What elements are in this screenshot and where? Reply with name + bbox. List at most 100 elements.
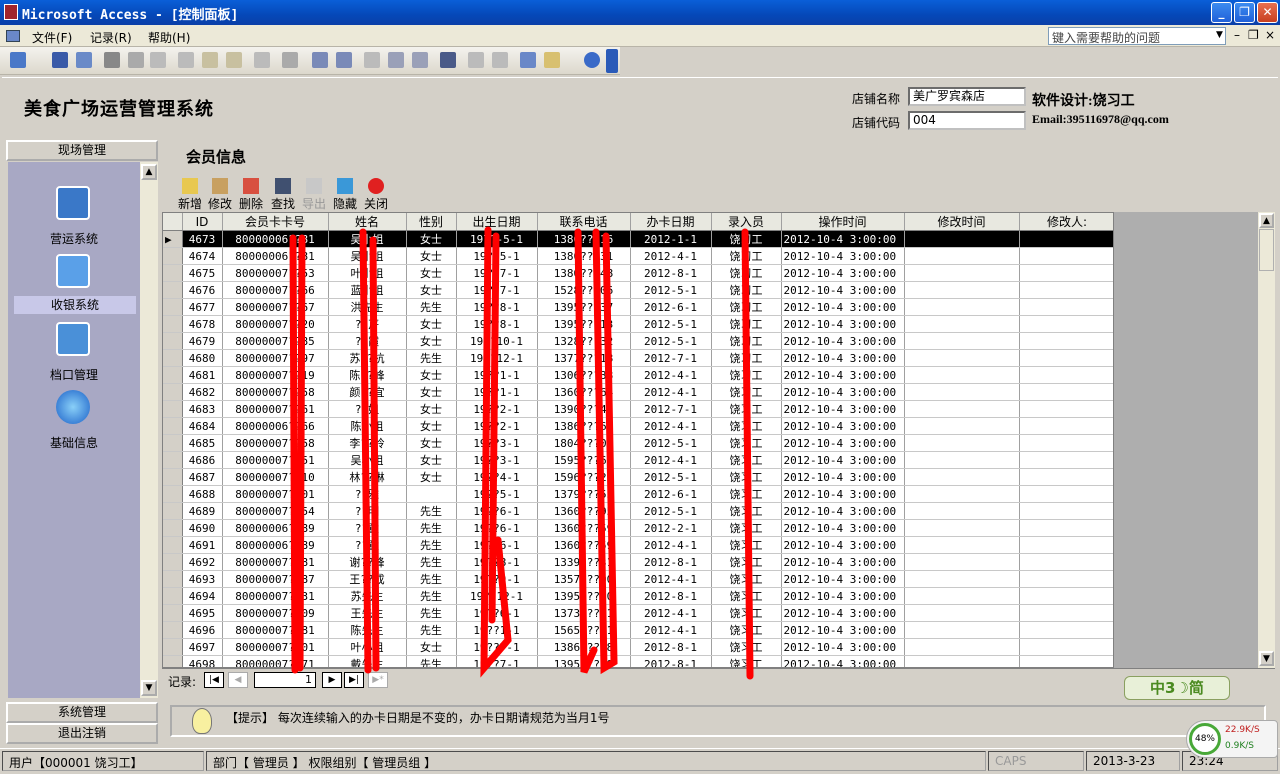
cell-mod-time[interactable]: [904, 604, 1020, 622]
cut-icon[interactable]: [178, 52, 194, 68]
store-code-field[interactable]: 004: [908, 111, 1026, 130]
cell-card-date[interactable]: 2012-4-1: [630, 417, 712, 435]
cell-op-time[interactable]: 2012-10-4 3:00:00: [781, 604, 905, 622]
cell-op-time[interactable]: 2012-10-4 3:00:00: [781, 502, 905, 520]
cell-entered-by[interactable]: 饶习工: [711, 349, 782, 367]
cell-gender[interactable]: 先生: [406, 604, 457, 622]
cell-gender[interactable]: 先生: [406, 349, 457, 367]
cell-entered-by[interactable]: 饶习工: [711, 502, 782, 520]
cell-birth[interactable]: 19??6-1: [456, 519, 538, 537]
cell-id[interactable]: 4676: [182, 281, 223, 299]
cell-mod-by[interactable]: [1019, 587, 1113, 605]
cell-name[interactable]: 吴小姐: [328, 247, 407, 265]
cell-name[interactable]: ??霞: [328, 332, 407, 350]
cell-entered-by[interactable]: 饶习工: [711, 570, 782, 588]
cell-entered-by[interactable]: 饶习工: [711, 383, 782, 401]
cell-id[interactable]: 4697: [182, 638, 223, 656]
cell-name[interactable]: ??姐: [328, 400, 407, 418]
row-selector[interactable]: [163, 468, 183, 486]
col-birth-date[interactable]: 出生日期: [456, 213, 538, 231]
cell-phone[interactable]: 1377???18: [537, 349, 631, 367]
cell-card-date[interactable]: 2012-8-1: [630, 587, 712, 605]
cell-phone[interactable]: 1395???13: [537, 315, 631, 333]
folder-icon[interactable]: [56, 254, 90, 288]
col-phone[interactable]: 联系电话: [537, 213, 631, 231]
table-row[interactable]: 4688 80000007??01 ??雅 19??5-1 1379???55 2012-…: [163, 485, 1113, 503]
cell-mod-by[interactable]: [1019, 553, 1113, 571]
cell-gender[interactable]: 女士: [406, 332, 457, 350]
cell-card[interactable]: 80000007??54: [222, 502, 329, 520]
cell-entered-by[interactable]: 饶习工: [711, 434, 782, 452]
cell-phone[interactable]: 1360???59: [537, 519, 631, 537]
cell-op-time[interactable]: 2012-10-4 3:00:00: [781, 655, 905, 667]
cell-gender[interactable]: 先生: [406, 553, 457, 571]
close-button[interactable]: 关闭: [361, 178, 391, 212]
cell-mod-by[interactable]: [1019, 519, 1113, 537]
cell-mod-by[interactable]: [1019, 451, 1113, 469]
cell-name[interactable]: ??芹: [328, 315, 407, 333]
cell-id[interactable]: 4690: [182, 519, 223, 537]
cell-id[interactable]: 4691: [182, 536, 223, 554]
close-window-button[interactable]: ✕: [1257, 2, 1278, 23]
cell-mod-time[interactable]: [904, 383, 1020, 401]
cell-id[interactable]: 4674: [182, 247, 223, 265]
cell-phone[interactable]: 1528???06: [537, 281, 631, 299]
cell-name[interactable]: 苏先生: [328, 587, 407, 605]
cell-phone[interactable]: 1595???61: [537, 451, 631, 469]
table-row[interactable]: 4693 80000007??87 王??成 先生 19??9-1 1357???00 20…: [163, 570, 1113, 588]
table-row[interactable]: 4681 80000007??19 陈??峰 女士 19??1-1 1306???38 20…: [163, 366, 1113, 384]
cell-gender[interactable]: 女士: [406, 230, 457, 248]
cell-name[interactable]: 王先生: [328, 604, 407, 622]
cell-birth[interactable]: 197?12-1: [456, 349, 538, 367]
cell-id[interactable]: 4682: [182, 383, 223, 401]
cell-name[interactable]: 谢??峰: [328, 553, 407, 571]
cell-mod-time[interactable]: [904, 570, 1020, 588]
cell-name[interactable]: 叶小姐: [328, 638, 407, 656]
cell-op-time[interactable]: 2012-10-4 3:00:00: [781, 230, 905, 248]
menu-records[interactable]: 记录(R): [90, 29, 132, 46]
cell-phone[interactable]: 1380???48: [537, 264, 631, 282]
cell-op-time[interactable]: 2012-10-4 3:00:00: [781, 451, 905, 469]
cell-birth[interactable]: 19??9-1: [456, 570, 538, 588]
cell-op-time[interactable]: 2012-10-4 3:00:00: [781, 519, 905, 537]
table-row[interactable]: 4683 80000007??61 ??姐 女士 19??2-1 1390???47 201…: [163, 400, 1113, 418]
cell-gender[interactable]: 女士: [406, 264, 457, 282]
cell-gender[interactable]: 女士: [406, 638, 457, 656]
cell-op-time[interactable]: 2012-10-4 3:00:00: [781, 349, 905, 367]
table-row[interactable]: 4686 80000007??51 吴小姐 女士 19??3-1 1595???61 201…: [163, 451, 1113, 469]
cell-mod-time[interactable]: [904, 264, 1020, 282]
help-search-input[interactable]: 键入需要帮助的问题: [1048, 27, 1226, 45]
spelling-icon[interactable]: [150, 52, 166, 68]
cell-id[interactable]: 4696: [182, 621, 223, 639]
cell-card-date[interactable]: 2012-4-1: [630, 383, 712, 401]
cell-birth[interactable]: 19??4-1: [456, 468, 538, 486]
last-record-button[interactable]: ▶|: [344, 672, 364, 688]
cell-card[interactable]: 80000007??10: [222, 468, 329, 486]
cell-op-time[interactable]: 2012-10-4 3:00:00: [781, 298, 905, 316]
row-selector[interactable]: [163, 536, 183, 554]
cell-card-date[interactable]: 2012-5-1: [630, 502, 712, 520]
table-row[interactable]: 4698 80000007??71 戴先生 先生 19??7-1 1395???59 201…: [163, 655, 1113, 667]
row-selector[interactable]: [163, 315, 183, 333]
cell-mod-by[interactable]: [1019, 485, 1113, 503]
cell-birth[interactable]: 19??8-1: [456, 553, 538, 571]
cell-mod-by[interactable]: [1019, 621, 1113, 639]
cell-mod-by[interactable]: [1019, 332, 1113, 350]
table-row[interactable]: 4678 80000007??20 ??芹 女士 19??8-1 1395???13 201…: [163, 315, 1113, 333]
cell-op-time[interactable]: 2012-10-4 3:00:00: [781, 587, 905, 605]
cell-mod-by[interactable]: [1019, 655, 1113, 667]
sidebar-item-basic-info[interactable]: 基础信息: [8, 434, 140, 451]
cell-phone[interactable]: 1380???31: [537, 247, 631, 265]
table-row[interactable]: 4690 80000006??89 ??童 先生 19??6-1 1360???59 201…: [163, 519, 1113, 537]
cell-phone[interactable]: 1395???37: [537, 298, 631, 316]
cell-birth[interactable]: 197?10-1: [456, 332, 538, 350]
cell-birth[interactable]: 19??1-1: [456, 621, 538, 639]
cell-phone[interactable]: 1380???16: [537, 230, 631, 248]
cell-card[interactable]: 80000007??61: [222, 400, 329, 418]
cell-card[interactable]: 80000006??89: [222, 536, 329, 554]
scroll-down-icon[interactable]: ▼: [141, 680, 157, 696]
find-icon[interactable]: [440, 52, 456, 68]
cell-name[interactable]: 叶小姐: [328, 264, 407, 282]
row-selector[interactable]: [163, 349, 183, 367]
cell-birth[interactable]: 19??7-1: [456, 638, 538, 656]
